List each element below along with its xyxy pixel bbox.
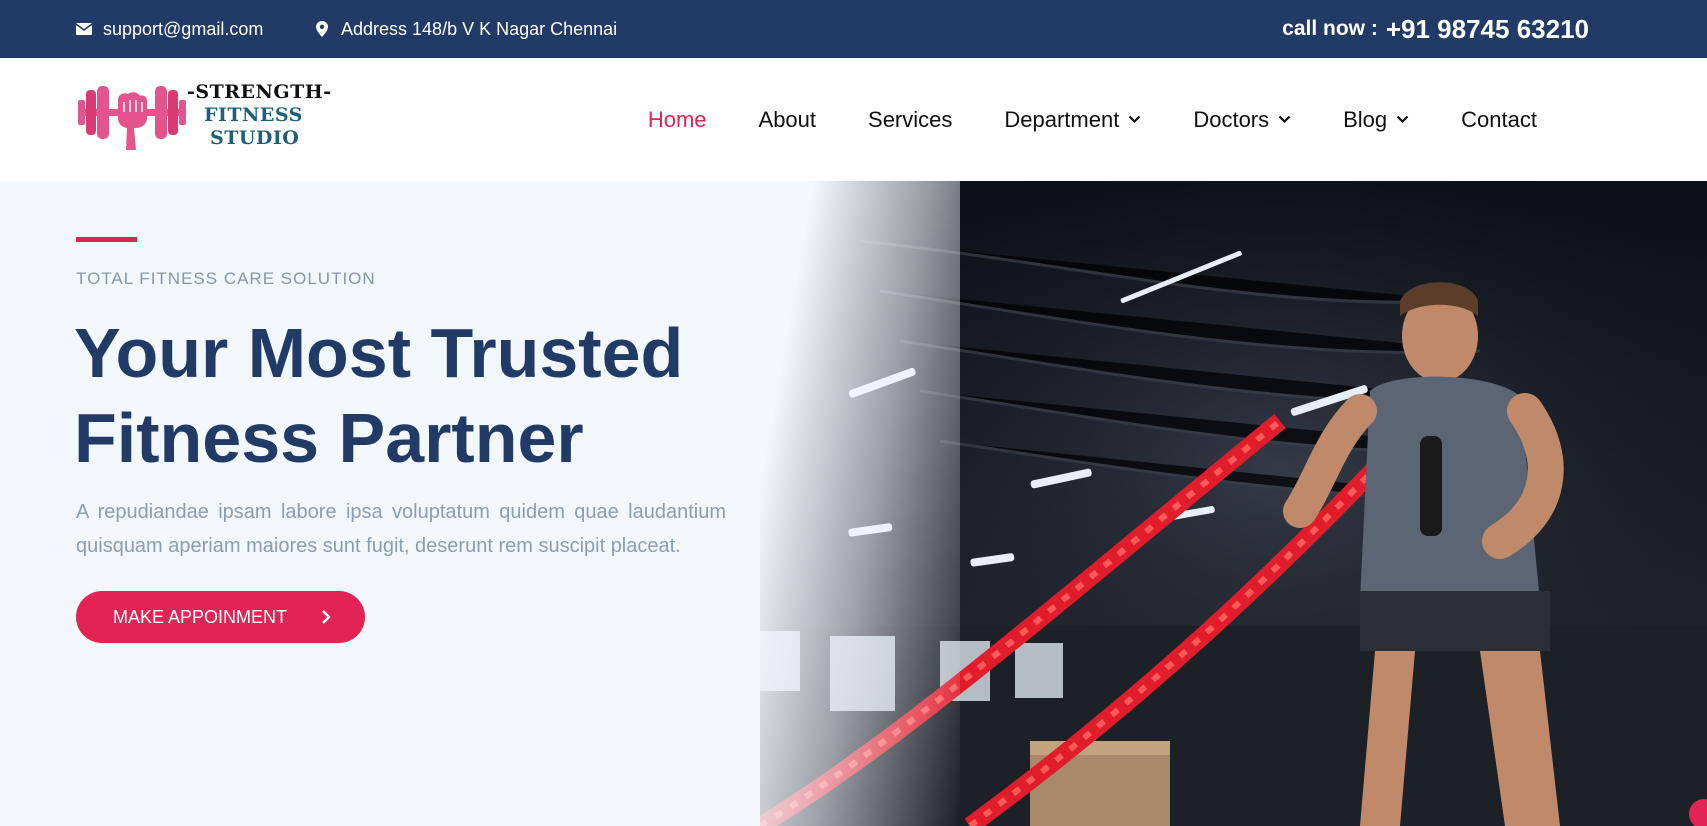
call-now[interactable]: call now : +91 98745 63210	[1282, 0, 1589, 58]
nav-item-about[interactable]: About	[759, 107, 817, 133]
address-contact: Address 148/b V K Nagar Chennai	[314, 0, 617, 58]
site-header: -STRENGTH- FITNESS STUDIO Home About Ser…	[0, 58, 1707, 181]
envelope-icon	[76, 21, 92, 37]
nav-item-contact[interactable]: Contact	[1461, 107, 1537, 133]
address-text: Address 148/b V K Nagar Chennai	[341, 18, 618, 39]
nav-item-department[interactable]: Department	[1004, 107, 1141, 133]
hero-lead-text: A repudiandae ipsam labore ipsa voluptat…	[76, 501, 726, 557]
map-pin-icon	[314, 21, 330, 37]
headline-line-2: Fitness Partner	[74, 399, 584, 477]
chevron-down-icon	[1396, 115, 1409, 124]
nav-label: Doctors	[1193, 106, 1270, 132]
hero-section: TOTAL FITNESS CARE SOLUTION Your Most Tr…	[0, 181, 1707, 826]
nav-label: Home	[647, 106, 707, 132]
nav-item-services[interactable]: Services	[868, 107, 952, 133]
nav-label: Services	[868, 106, 953, 132]
logo-line-2: FITNESS	[204, 104, 303, 126]
nav-item-home[interactable]: Home	[648, 107, 707, 133]
nav-label: Blog	[1343, 106, 1388, 132]
nav-label: About	[758, 106, 817, 132]
headline-line-1: Your Most Trusted	[74, 314, 684, 392]
hero-headline: Your Most Trusted Fitness Partner	[74, 311, 774, 481]
logo-line-3: STUDIO	[210, 127, 300, 149]
chevron-right-icon	[322, 610, 331, 624]
chevron-down-icon	[1129, 115, 1141, 124]
hero-subtitle: TOTAL FITNESS CARE SOLUTION	[76, 269, 376, 288]
logo-line-1: -STRENGTH-	[187, 81, 332, 103]
make-appointment-button[interactable]: MAKE APPOINMENT	[76, 591, 365, 643]
main-nav: Home About Services Department Doctors B…	[648, 58, 1537, 181]
nav-item-doctors[interactable]: Doctors	[1193, 107, 1291, 133]
dumbbell-fist-icon	[78, 86, 186, 150]
accent-divider	[76, 237, 137, 242]
call-label: call now :	[1282, 17, 1378, 40]
cta-label: MAKE APPOINMENT	[113, 606, 288, 627]
site-logo[interactable]: -STRENGTH- FITNESS STUDIO	[76, 78, 331, 158]
email-contact[interactable]: support@gmail.com	[76, 0, 263, 58]
nav-label: Department	[1004, 106, 1120, 132]
nav-label: Contact	[1461, 106, 1537, 132]
nav-item-blog[interactable]: Blog	[1343, 107, 1409, 133]
email-text: support@gmail.com	[103, 18, 264, 39]
call-number[interactable]: +91 98745 63210	[1386, 14, 1589, 45]
top-bar: support@gmail.com Address 148/b V K Naga…	[0, 0, 1707, 58]
chevron-down-icon	[1278, 115, 1291, 124]
